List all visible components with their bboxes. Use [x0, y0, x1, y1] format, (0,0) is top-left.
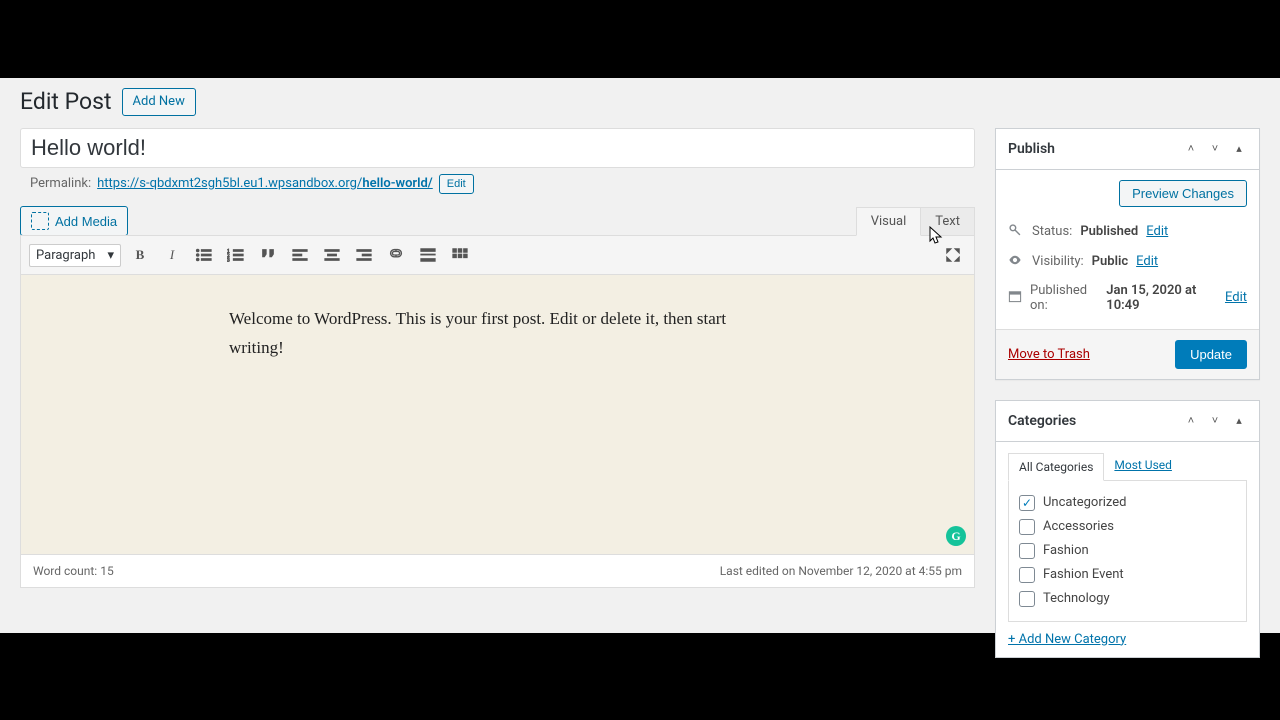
move-down-button[interactable]: ˅	[1203, 137, 1227, 161]
category-list: Uncategorized Accessories Fashion F	[1008, 480, 1247, 622]
status-label: Status:	[1032, 224, 1072, 239]
visibility-label: Visibility:	[1032, 254, 1084, 269]
category-item[interactable]: Accessories	[1019, 515, 1236, 539]
checkbox-icon[interactable]	[1019, 519, 1035, 535]
status-value: Published	[1080, 224, 1138, 239]
move-to-trash-link[interactable]: Move to Trash	[1008, 347, 1090, 362]
toggle-panel-button[interactable]: ▴	[1227, 137, 1251, 161]
svg-text:3: 3	[227, 257, 230, 263]
align-right-button[interactable]	[351, 242, 377, 268]
align-left-button[interactable]	[287, 242, 313, 268]
permalink-url[interactable]: https://s-qbdxmt2sgh5bl.eu1.wpsandbox.or…	[97, 176, 433, 191]
checkbox-icon[interactable]	[1019, 543, 1035, 559]
italic-button[interactable]: I	[159, 242, 185, 268]
word-count: Word count: 15	[33, 564, 114, 578]
blockquote-button[interactable]	[255, 242, 281, 268]
update-button[interactable]: Update	[1175, 340, 1247, 369]
last-edited: Last edited on November 12, 2020 at 4:55…	[720, 564, 962, 578]
add-new-category-link[interactable]: + Add New Category	[1008, 632, 1126, 647]
eye-icon	[1008, 253, 1024, 271]
toggle-panel-button[interactable]: ▴	[1227, 409, 1251, 433]
edit-date-link[interactable]: Edit	[1225, 290, 1247, 305]
move-down-button[interactable]: ˅	[1203, 409, 1227, 433]
edit-visibility-link[interactable]: Edit	[1136, 254, 1158, 269]
key-icon	[1008, 223, 1024, 241]
edit-permalink-button[interactable]: Edit	[439, 174, 474, 195]
publish-box: Publish ˄ ˅ ▴ Preview Changes Status: Pu…	[995, 128, 1260, 380]
align-center-button[interactable]	[319, 242, 345, 268]
toolbar-toggle-button[interactable]	[447, 242, 473, 268]
preview-changes-button[interactable]: Preview Changes	[1119, 180, 1247, 207]
numbered-list-button[interactable]: 123	[223, 242, 249, 268]
edit-status-link[interactable]: Edit	[1146, 224, 1168, 239]
checkbox-icon[interactable]	[1019, 591, 1035, 607]
bold-button[interactable]: B	[127, 242, 153, 268]
checkbox-icon[interactable]	[1019, 567, 1035, 583]
category-item[interactable]: Uncategorized	[1019, 491, 1236, 515]
calendar-icon	[1008, 289, 1022, 307]
visibility-value: Public	[1092, 254, 1128, 269]
bullet-list-button[interactable]	[191, 242, 217, 268]
tab-all-categories[interactable]: All Categories	[1008, 453, 1104, 481]
category-item[interactable]: Technology	[1019, 587, 1236, 611]
published-value: Jan 15, 2020 at 10:49	[1106, 283, 1217, 313]
tab-most-used[interactable]: Most Used	[1104, 452, 1182, 480]
editor-content-area[interactable]: Welcome to WordPress. This is your first…	[20, 275, 975, 555]
grammarly-icon[interactable]: G	[946, 526, 966, 546]
published-label: Published on:	[1030, 283, 1098, 313]
categories-box: Categories ˄ ˅ ▴ All Categories Most Use…	[995, 400, 1260, 658]
editor-toolbar: Paragraph ▾ B I 123	[20, 235, 975, 275]
category-item[interactable]: Fashion Event	[1019, 563, 1236, 587]
read-more-button[interactable]	[415, 242, 441, 268]
chevron-down-icon: ▾	[107, 248, 114, 263]
move-up-button[interactable]: ˄	[1179, 137, 1203, 161]
tab-visual[interactable]: Visual	[856, 207, 922, 236]
category-item[interactable]: Fashion	[1019, 539, 1236, 563]
publish-box-title: Publish	[1008, 141, 1179, 157]
post-title-input[interactable]	[20, 128, 975, 168]
categories-box-title: Categories	[1008, 413, 1179, 429]
fullscreen-button[interactable]	[940, 242, 966, 268]
permalink-label: Permalink:	[30, 176, 91, 191]
post-content: Welcome to WordPress. This is your first…	[229, 305, 774, 363]
add-new-post-button[interactable]: Add New	[122, 88, 196, 116]
page-title: Edit Post	[20, 88, 112, 115]
block-format-select[interactable]: Paragraph ▾	[29, 244, 121, 267]
move-up-button[interactable]: ˄	[1179, 409, 1203, 433]
media-icon	[31, 212, 49, 230]
add-media-button[interactable]: Add Media	[20, 206, 128, 236]
tab-text[interactable]: Text	[921, 207, 975, 236]
link-button[interactable]	[383, 242, 409, 268]
checkbox-icon[interactable]	[1019, 495, 1035, 511]
